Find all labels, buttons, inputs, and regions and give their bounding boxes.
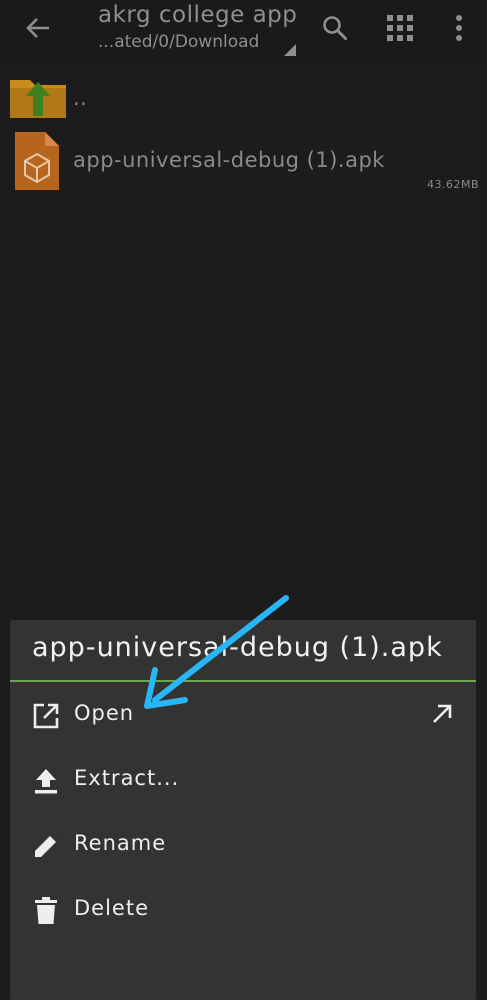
back-button[interactable] [18, 8, 58, 48]
parent-directory-label: .. [73, 86, 88, 110]
back-arrow-icon [26, 18, 49, 38]
file-size: 43.62MB [426, 178, 479, 191]
pencil-icon [30, 830, 62, 862]
file-name: app-universal-debug (1).apk [73, 148, 385, 172]
menu-item-label: Open [74, 701, 135, 725]
menu-item-label: Extract... [74, 766, 180, 790]
search-icon [323, 16, 347, 40]
apk-package-icon [15, 132, 59, 190]
arrow-up-right-icon[interactable] [428, 700, 456, 728]
more-vert-icon [456, 15, 462, 41]
menu-item-label: Rename [74, 831, 167, 855]
menu-item-rename[interactable]: Rename [10, 812, 476, 876]
toolbar: akrg college app ...ated/0/Download [0, 0, 487, 62]
menu-item-delete[interactable]: Delete [10, 877, 476, 941]
open-external-icon [30, 700, 62, 732]
title-block[interactable]: akrg college app ...ated/0/Download [98, 0, 308, 62]
file-actions-sheet: app-universal-debug (1).apk Open Extract… [10, 620, 476, 1000]
path-dropdown-icon[interactable] [284, 44, 296, 56]
menu-item-extract[interactable]: Extract... [10, 747, 476, 811]
grid-view-icon [387, 15, 413, 41]
file-row[interactable]: app-universal-debug (1).apk [0, 128, 487, 200]
menu-item-label: Delete [74, 896, 149, 920]
app-title: akrg college app [98, 2, 298, 28]
grid-view-button[interactable] [378, 6, 422, 50]
parent-directory-row[interactable]: .. [0, 62, 487, 128]
search-button[interactable] [313, 6, 357, 50]
current-path: ...ated/0/Download [98, 32, 260, 52]
sheet-title: app-universal-debug (1).apk [32, 632, 443, 663]
folder-up-icon [10, 80, 66, 118]
menu-item-open[interactable]: Open [10, 682, 476, 746]
upload-icon [30, 765, 62, 797]
more-options-button[interactable] [437, 6, 481, 50]
trash-icon [30, 895, 62, 927]
